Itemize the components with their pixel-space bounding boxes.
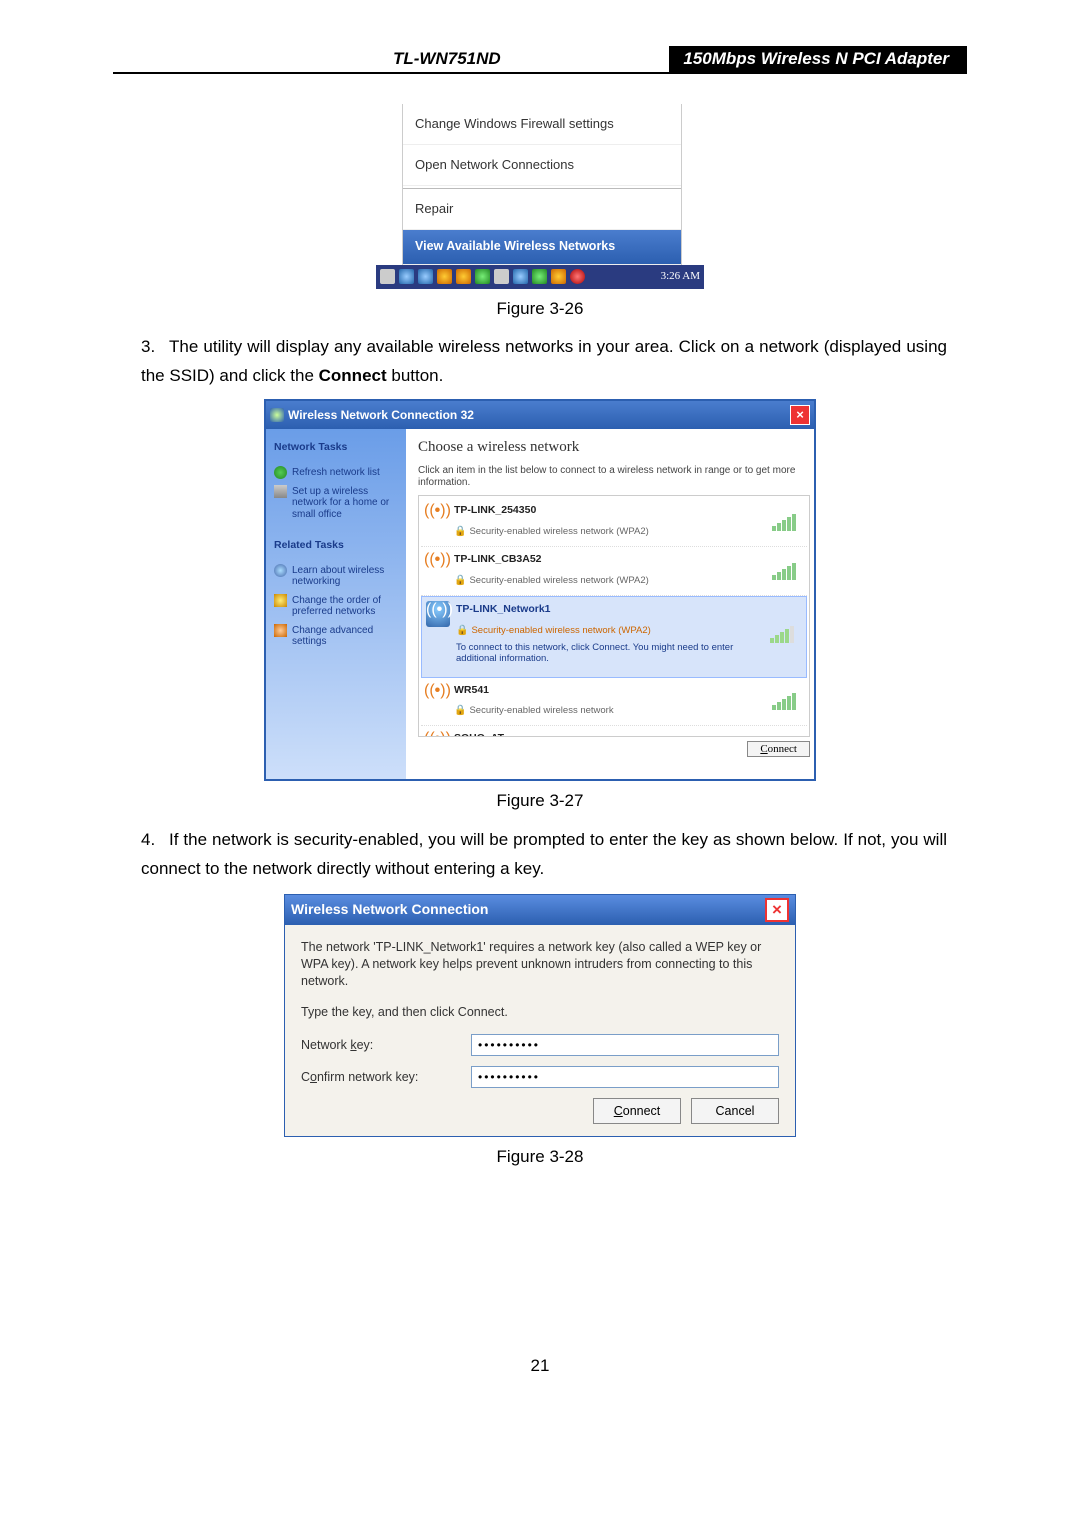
- link-advanced[interactable]: Change advanced settings: [274, 623, 398, 650]
- caption-3-26: Figure 3-26: [113, 295, 967, 324]
- network-security: 🔒Security-enabled wireless network (WPA2…: [454, 572, 766, 589]
- menu-repair[interactable]: Repair: [403, 188, 681, 230]
- lock-icon: 🔒: [454, 526, 466, 537]
- network-ssid: TP-LINK_254350: [454, 502, 766, 520]
- antenna-icon: ((•)): [426, 601, 450, 627]
- antenna-icon: [270, 408, 284, 422]
- page-header: TL-WN751ND 150Mbps Wireless N PCI Adapte…: [113, 46, 967, 74]
- tray-icon[interactable]: [418, 269, 433, 284]
- signal-icon: [770, 623, 802, 643]
- close-button[interactable]: ×: [765, 898, 789, 922]
- taskbar: 3:26 AM: [376, 265, 704, 289]
- confirm-key-input[interactable]: [471, 1066, 779, 1088]
- network-ssid: TP-LINK_CB3A52: [454, 551, 766, 569]
- connect-button[interactable]: CConnectonnect: [747, 741, 810, 757]
- tray-icon[interactable]: [494, 269, 509, 284]
- antenna-icon: ((•)): [424, 682, 448, 708]
- dialog-titlebar: Wireless Network Connection ×: [285, 895, 795, 925]
- cancel-button[interactable]: Cancel: [691, 1098, 779, 1124]
- antenna-icon: ((•)): [424, 502, 448, 528]
- window-titlebar: Wireless Network Connection 32 ×: [266, 401, 814, 429]
- menu-view-networks[interactable]: View Available Wireless Networks: [403, 230, 681, 264]
- antenna-icon: ((•)): [424, 551, 448, 577]
- network-item[interactable]: ((•))SOHO_AT: [421, 726, 807, 736]
- network-security: 🔒Security-enabled wireless network: [454, 702, 766, 719]
- signal-icon: [772, 511, 804, 531]
- setup-icon: [274, 485, 287, 498]
- network-ssid: TP-LINK_Network1: [456, 601, 764, 619]
- dialog-message: The network 'TP-LINK_Network1' requires …: [301, 939, 779, 990]
- link-order[interactable]: Change the order of preferred networks: [274, 593, 398, 620]
- refresh-icon: [274, 466, 287, 479]
- figure-3-26: Change Windows Firewall settings Open Ne…: [376, 104, 704, 289]
- link-learn[interactable]: Learn about wireless networking: [274, 563, 398, 590]
- network-item[interactable]: ((•)) WR541 🔒Security-enabled wireless net…: [421, 678, 807, 727]
- info-icon: [274, 564, 287, 577]
- taskbar-time: 3:26 AM: [661, 267, 700, 286]
- signal-icon: [772, 690, 804, 710]
- choose-network-subtitle: Click an item in the list below to conne…: [418, 465, 814, 489]
- related-tasks-head: Related Tasks: [274, 537, 398, 555]
- window-title: Wireless Network Connection 32: [288, 405, 474, 425]
- network-item[interactable]: ((•)) TP-LINK_254350 🔒Security-enabled wir…: [421, 498, 807, 547]
- dialog-title: Wireless Network Connection: [291, 898, 488, 922]
- network-hint: To connect to this network, click Connec…: [456, 643, 764, 665]
- close-button[interactable]: ×: [790, 405, 810, 425]
- network-security: 🔒Security-enabled wireless network (WPA2…: [454, 523, 766, 540]
- menu-firewall[interactable]: Change Windows Firewall settings: [403, 104, 681, 145]
- tray-icon[interactable]: [570, 269, 585, 284]
- network-item[interactable]: ((•)) TP-LINK_CB3A52 🔒Security-enabled wir…: [421, 547, 807, 596]
- star-icon: [274, 594, 287, 607]
- network-list: ((•)) TP-LINK_254350 🔒Security-enabled wir…: [418, 495, 810, 737]
- tray-icon[interactable]: [475, 269, 490, 284]
- dialog-hint: Type the key, and then click Connect.: [301, 1004, 779, 1021]
- figure-3-27: Wireless Network Connection 32 × Network…: [264, 399, 816, 781]
- caption-3-27: Figure 3-27: [113, 787, 967, 816]
- lock-icon: 🔒: [456, 625, 468, 636]
- menu-open-connections[interactable]: Open Network Connections: [403, 145, 681, 186]
- figure-3-28: Wireless Network Connection × The networ…: [284, 894, 796, 1138]
- tray-icon[interactable]: [380, 269, 395, 284]
- page-number: 21: [113, 1356, 967, 1376]
- product-model: TL-WN751ND: [393, 49, 501, 69]
- tray-icon[interactable]: [399, 269, 414, 284]
- connect-button[interactable]: Connect: [593, 1098, 681, 1124]
- label-confirm-key: Confirm network key:: [301, 1069, 471, 1086]
- label-network-key: Network key:: [301, 1037, 471, 1054]
- step-4-text: 4.If the network is security-enabled, yo…: [141, 826, 947, 884]
- caption-3-28: Figure 3-28: [113, 1143, 967, 1172]
- side-panel: Network Tasks Refresh network list Set u…: [266, 429, 406, 779]
- tray-icon[interactable]: [551, 269, 566, 284]
- network-ssid: WR541: [454, 682, 766, 700]
- advanced-icon: [274, 624, 287, 637]
- context-menu: Change Windows Firewall settings Open Ne…: [402, 104, 682, 265]
- lock-icon: 🔒: [454, 575, 466, 586]
- main-panel: Choose a wireless network Click an item …: [406, 429, 814, 779]
- tray-icon[interactable]: [532, 269, 547, 284]
- dialog-body: The network 'TP-LINK_Network1' requires …: [285, 925, 795, 1137]
- network-item[interactable]: ((•)) TP-LINK_Network1 🔒Security-enabled w…: [421, 596, 807, 678]
- link-refresh[interactable]: Refresh network list: [274, 465, 398, 481]
- step-3-text: 3.The utility will display any available…: [141, 333, 947, 391]
- tray-icon[interactable]: [513, 269, 528, 284]
- product-desc: 150Mbps Wireless N PCI Adapter: [669, 46, 967, 72]
- network-tasks-head: Network Tasks: [274, 439, 398, 457]
- link-setup-network[interactable]: Set up a wireless network for a home or …: [274, 484, 398, 523]
- network-key-input[interactable]: [471, 1034, 779, 1056]
- tray-icon[interactable]: [456, 269, 471, 284]
- choose-network-title: Choose a wireless network: [418, 435, 814, 461]
- network-security: 🔒Security-enabled wireless network (WPA2…: [456, 622, 764, 639]
- lock-icon: 🔒: [454, 705, 466, 716]
- tray-icon[interactable]: [437, 269, 452, 284]
- signal-icon: [772, 560, 804, 580]
